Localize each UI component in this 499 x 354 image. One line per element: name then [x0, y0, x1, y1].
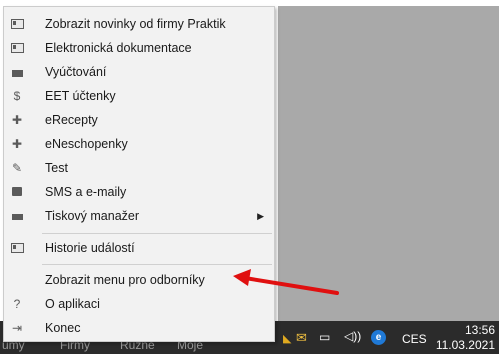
pen-icon: ✎ [11, 161, 23, 175]
volume-icon[interactable]: ◁)) [344, 329, 361, 343]
menu-item-label: Konec [45, 321, 81, 335]
menu-item-tiskovy-manazer[interactable]: Tiskový manažer ▶ [4, 204, 274, 228]
menu-item-label: Elektronická dokumentace [45, 41, 192, 55]
camera-icon [9, 185, 25, 199]
menu-item-label: Zobrazit menu pro odborníky [45, 273, 205, 287]
menu-item-label: Test [45, 161, 68, 175]
menu-item-label: Tiskový manažer [45, 209, 140, 223]
menu-item-test[interactable]: ✎ Test [4, 156, 274, 180]
menu-item-novinky[interactable]: Zobrazit novinky od firmy Praktik [4, 12, 274, 36]
dollar-icon: $ [13, 89, 21, 103]
language-indicator[interactable]: CES [402, 332, 427, 346]
clock-date: 11.03.2021 [435, 338, 495, 352]
menu-item-erecepty[interactable]: ✚ eRecepty [4, 108, 274, 132]
card-icon [9, 241, 25, 255]
menu-item-label: EET účtenky [45, 89, 116, 103]
arrow-tray-icon[interactable]: ◣ [283, 332, 291, 345]
card-icon [9, 41, 25, 55]
menu-separator [42, 264, 272, 265]
envelope-icon [9, 65, 25, 79]
clock[interactable]: 13:56 11.03.2021 [436, 323, 495, 353]
menu-item-label: eRecepty [45, 113, 98, 127]
menu-item-vyuctovani[interactable]: Vyúčtování [4, 60, 274, 84]
menu-separator [42, 233, 272, 234]
menu-item-label: Historie událostí [45, 241, 135, 255]
question-icon: ? [13, 297, 21, 311]
menu-item-label: O aplikaci [45, 297, 100, 311]
cross-icon: ✚ [11, 113, 23, 127]
menu-item-historie[interactable]: Historie událostí [4, 236, 274, 260]
cross-icon: ✚ [11, 137, 23, 151]
menu-item-label: SMS a e-maily [45, 185, 127, 199]
menu-item-label: eNeschopenky [45, 137, 128, 151]
mail-tray-icon[interactable]: ✉ [296, 330, 307, 346]
red-arrow-annotation [233, 269, 339, 295]
menu-item-sms[interactable]: SMS a e-maily [4, 180, 274, 204]
menu-item-label: Zobrazit novinky od firmy Praktik [45, 17, 226, 31]
card-icon [9, 17, 25, 31]
submenu-arrow-icon: ▶ [257, 210, 264, 221]
menu-item-eneschopenky[interactable]: ✚ eNeschopenky [4, 132, 274, 156]
menu-item-konec[interactable]: ⇥ Konec [4, 316, 274, 340]
menu-item-eet[interactable]: $ EET účtenky [4, 84, 274, 108]
printer-icon [9, 209, 25, 223]
exit-icon: ⇥ [11, 321, 23, 335]
e-tray-icon[interactable]: e [371, 330, 386, 345]
menu-item-label: Vyúčtování [45, 65, 107, 79]
network-icon[interactable]: ▭ [319, 330, 330, 344]
clock-time: 13:56 [464, 323, 495, 337]
menu-item-dokumentace[interactable]: Elektronická dokumentace [4, 36, 274, 60]
